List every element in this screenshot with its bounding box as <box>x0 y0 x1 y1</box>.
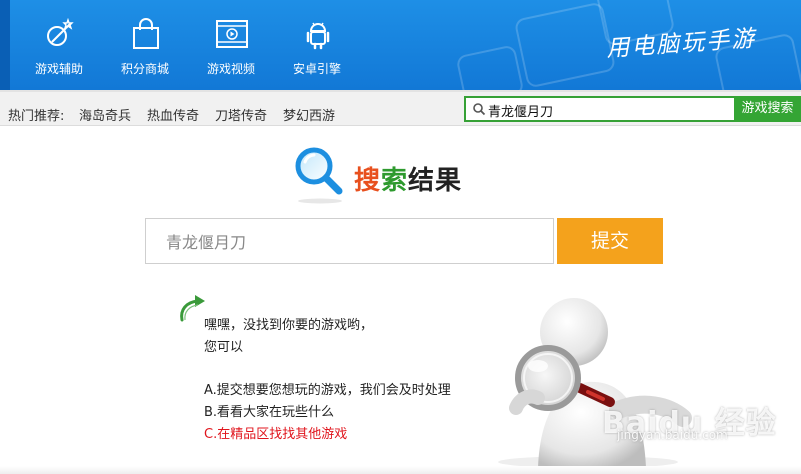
game-assist-icon <box>47 18 74 46</box>
search-icon <box>473 103 486 116</box>
nav-label: 游戏辅助 <box>34 62 83 76</box>
bottom-divider <box>0 466 801 474</box>
magnifier-logo-icon <box>295 147 343 204</box>
header-edge <box>0 0 10 90</box>
option-submit-game: A.提交想要您想玩的游戏，我们会及时处理 <box>204 383 451 398</box>
watermark-url: jingyan.baidu.com <box>617 428 728 442</box>
title-char-suo: 索 <box>381 166 409 196</box>
nav-game-assist[interactable]: 游戏辅助 <box>16 0 102 90</box>
hot-link[interactable]: 刀塔传奇 <box>215 105 267 124</box>
title-char-jieguo: 结果 <box>408 166 463 196</box>
search-result-title: 搜索结果 <box>354 160 462 197</box>
nav-label: 游戏视频 <box>206 62 255 76</box>
nav-game-video[interactable]: 游戏视频 <box>188 0 274 90</box>
option-see-popular: B.看看大家在玩些什么 <box>204 405 335 420</box>
nav-label: 积分商城 <box>120 62 169 76</box>
shopping-bag-icon <box>133 18 159 49</box>
hot-link[interactable]: 梦幻西游 <box>283 105 335 124</box>
top-header: 游戏辅助 积分商城 游戏视频 安卓引擎 用电脑玩手游 <box>0 0 801 90</box>
game-search-button[interactable]: 游戏搜索 <box>734 96 801 122</box>
message-line: 您可以 <box>204 340 244 355</box>
nav-points-mall[interactable]: 积分商城 <box>102 0 188 90</box>
hot-recommend-title: 热门推荐: <box>8 109 65 124</box>
main-search-input[interactable] <box>145 218 554 264</box>
submit-button[interactable]: 提交 <box>557 218 663 264</box>
top-search-box: 游戏搜索 <box>464 96 801 122</box>
option-find-premium-link[interactable]: C.在精品区找找其他游戏 <box>204 423 347 442</box>
video-play-icon <box>216 20 248 48</box>
android-icon <box>306 22 330 50</box>
nav-label: 安卓引擎 <box>292 62 341 76</box>
top-search-input[interactable] <box>488 101 728 119</box>
title-char-sou: 搜 <box>354 166 382 196</box>
header-decoration <box>455 44 525 90</box>
hot-link[interactable]: 海岛奇兵 <box>79 105 131 124</box>
nav-android-engine[interactable]: 安卓引擎 <box>274 0 360 90</box>
message-line: 嘿嘿，没找到你要的游戏哟， <box>204 318 374 333</box>
hot-link[interactable]: 热血传奇 <box>147 105 199 124</box>
